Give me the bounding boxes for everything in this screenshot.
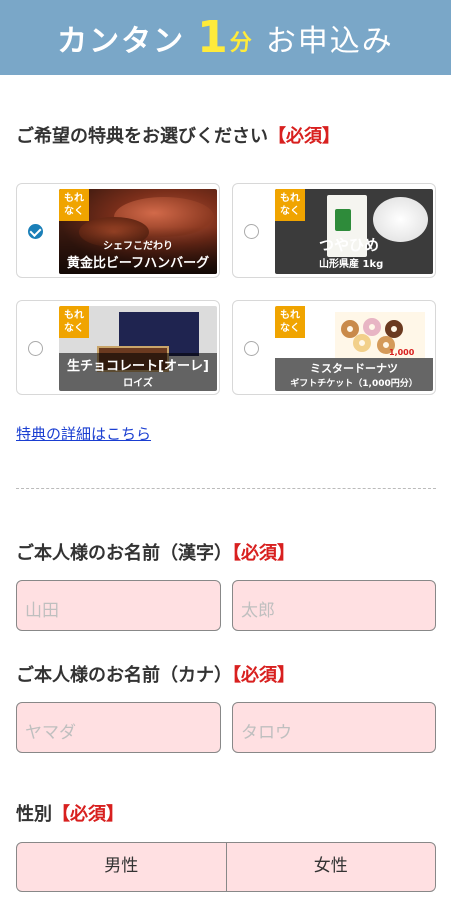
tag-badge: もれ なく — [275, 189, 305, 221]
gender-male-button[interactable]: 男性 — [17, 843, 226, 891]
benefit-option-hamburg[interactable]: もれ なく シェフこだわり 黄金比ビーフハンバーグ — [16, 183, 220, 278]
gender-female-button[interactable]: 女性 — [225, 843, 436, 891]
required-mark: 【必須】 — [52, 804, 124, 825]
option-caption-top: シェフこだわり — [103, 241, 173, 252]
section-divider — [16, 488, 436, 489]
header-unit: 分 — [229, 31, 252, 56]
gender-label: 性別【必須】 — [16, 800, 124, 826]
donut-image: 1,000 もれ なく ミスタードーナツ ギフトチケット（1,000円分） — [275, 306, 433, 391]
gender-label-text: 性別 — [16, 804, 52, 825]
required-mark: 【必須】 — [268, 126, 340, 147]
option-caption: 黄金比ビーフハンバーグ — [66, 256, 210, 271]
radio-checked-icon[interactable] — [28, 224, 43, 239]
option-caption: つやひめ — [319, 236, 380, 254]
first-name-kanji-input[interactable]: 太郎 — [232, 580, 436, 631]
radio-unchecked-icon[interactable] — [28, 341, 43, 356]
last-name-kanji-input[interactable]: 山田 — [16, 580, 221, 631]
benefit-option-rice[interactable]: もれ なく つやひめ 山形県産 1kg — [232, 183, 436, 278]
required-mark: 【必須】 — [232, 543, 295, 564]
header-prefix: カンタン — [57, 23, 186, 59]
chocolate-image: もれ なく 生チョコレート[オーレ] ロイズ — [59, 306, 217, 391]
price-tag: 1,000 — [389, 348, 415, 357]
benefit-option-donut[interactable]: 1,000 もれ なく ミスタードーナツ ギフトチケット（1,000円分） — [232, 300, 436, 395]
radio-unchecked-icon[interactable] — [244, 224, 259, 239]
name-kanji-label: ご本人様のお名前（漢字）【必須】 — [16, 539, 295, 565]
page-header: カンタン 1 分 お申込み — [0, 0, 451, 75]
first-name-kana-input[interactable]: タロウ — [232, 702, 436, 753]
header-suffix: お申込み — [265, 23, 394, 59]
rice-image: もれ なく つやひめ 山形県産 1kg — [275, 189, 433, 274]
benefit-option-chocolate[interactable]: もれ なく 生チョコレート[オーレ] ロイズ — [16, 300, 220, 395]
last-name-kana-input[interactable]: ヤマダ — [16, 702, 221, 753]
option-caption: 生チョコレート[オーレ] — [67, 359, 209, 374]
header-number: 1 — [197, 11, 228, 63]
radio-unchecked-icon[interactable] — [244, 341, 259, 356]
option-caption-sub: ロイズ — [123, 378, 153, 389]
tag-badge: もれ なく — [275, 306, 305, 338]
name-kana-label-text: ご本人様のお名前（カナ） — [16, 665, 232, 686]
hamburg-image: もれ なく シェフこだわり 黄金比ビーフハンバーグ — [59, 189, 217, 274]
benefit-detail-link[interactable]: 特典の詳細はこちら — [16, 423, 151, 444]
benefit-label: ご希望の特典をお選びください【必須】 — [16, 122, 340, 148]
required-mark: 【必須】 — [232, 665, 295, 686]
gender-selector: 男性 女性 — [16, 842, 436, 892]
benefit-label-text: ご希望の特典をお選びください — [16, 126, 268, 147]
tag-badge: もれ なく — [59, 189, 89, 221]
name-kana-label: ご本人様のお名前（カナ）【必須】 — [16, 661, 295, 687]
option-caption: ミスタードーナツ — [310, 362, 398, 375]
option-caption-sub: 山形県産 1kg — [319, 259, 384, 270]
name-kanji-label-text: ご本人様のお名前（漢字） — [16, 543, 232, 564]
tag-badge: もれ なく — [59, 306, 89, 338]
option-caption-sub: ギフトチケット（1,000円分） — [290, 379, 418, 389]
